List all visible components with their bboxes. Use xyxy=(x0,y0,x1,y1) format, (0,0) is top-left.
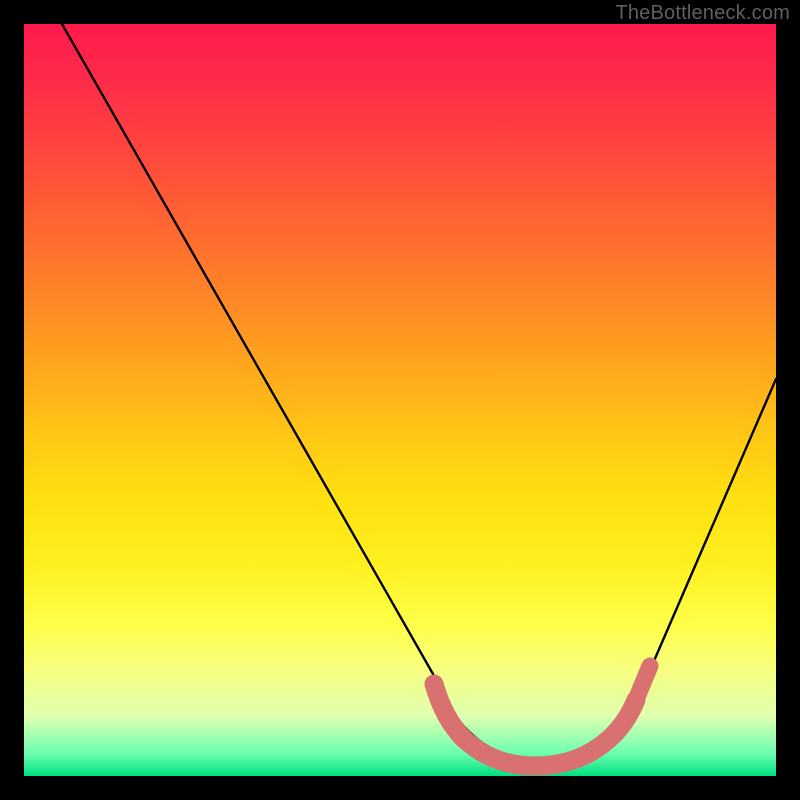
bottleneck-curve-path xyxy=(62,24,776,762)
attribution-label: TheBottleneck.com xyxy=(615,2,790,25)
optimal-region-marker-path xyxy=(434,684,636,766)
chart-stage: TheBottleneck.com xyxy=(0,0,800,800)
chart-svg-layer xyxy=(24,24,776,776)
optimal-region-marker-segment xyxy=(636,666,650,700)
